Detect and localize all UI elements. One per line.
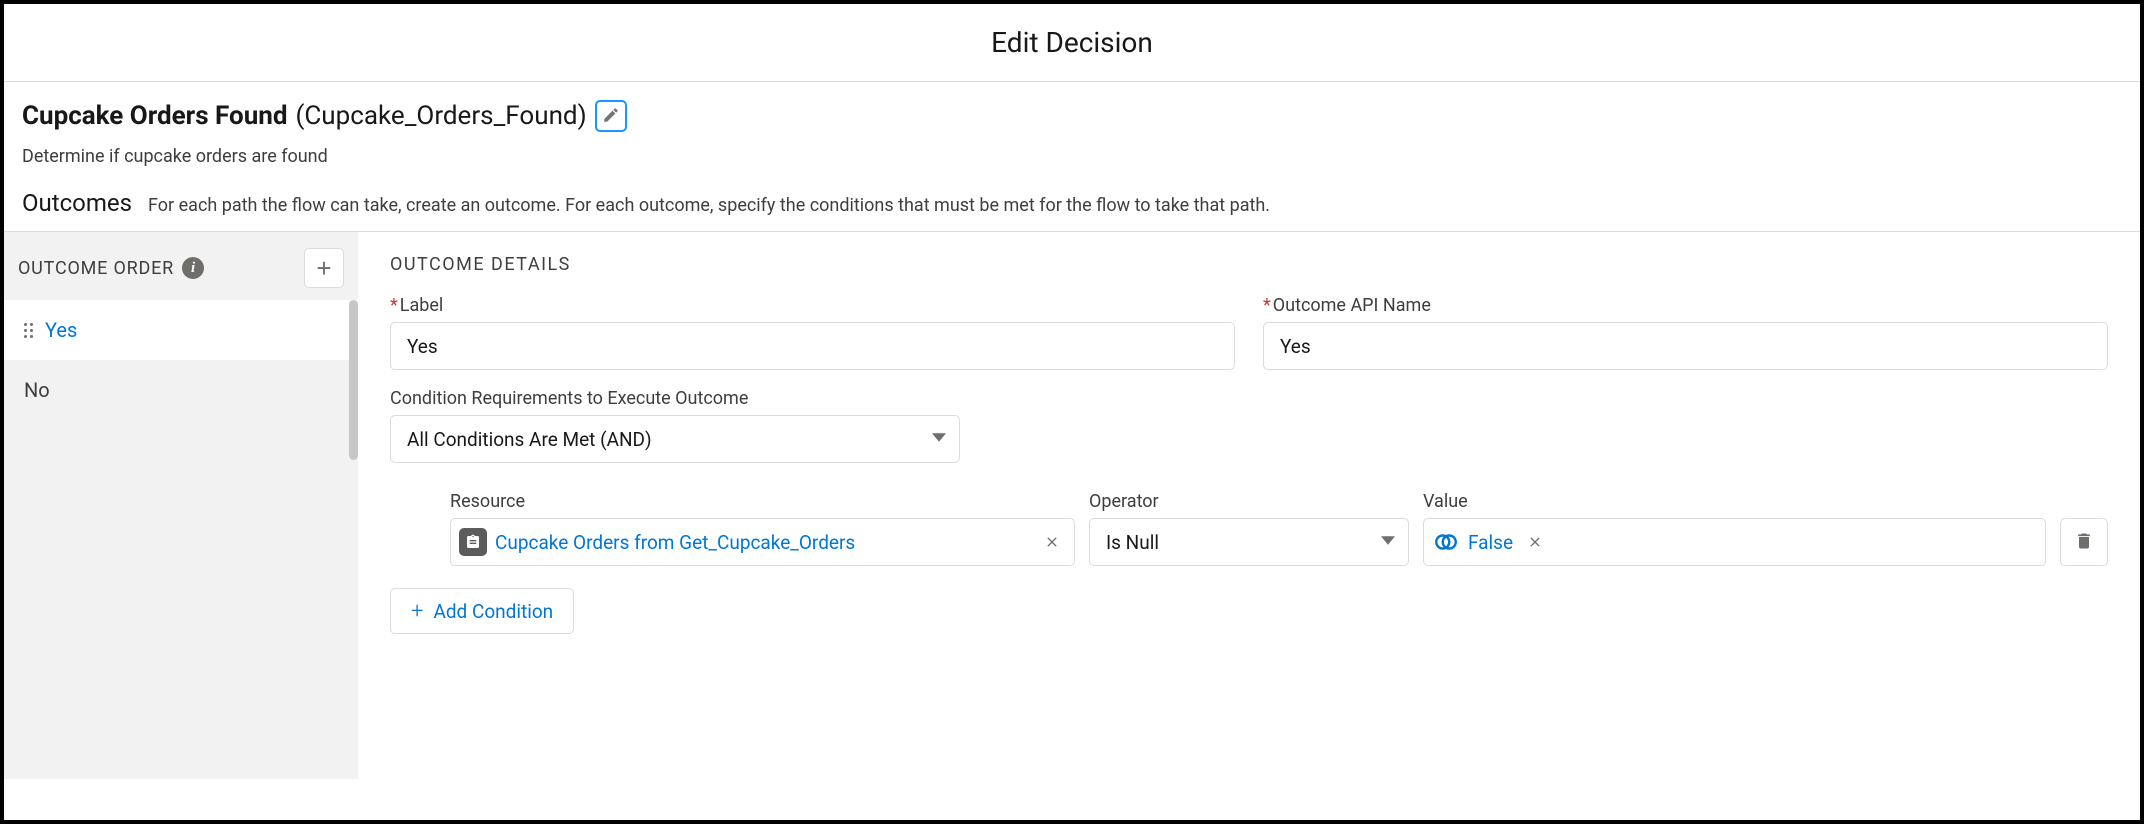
modal-title: Edit Decision (4, 26, 2140, 59)
decision-info-section: Cupcake Orders Found (Cupcake_Orders_Fou… (4, 82, 2140, 167)
outcome-details-panel: OUTCOME DETAILS *Label *Outcome API Name… (358, 232, 2140, 779)
scrollbar[interactable] (349, 300, 358, 460)
api-name-field-label: *Outcome API Name (1263, 295, 2108, 316)
value-column: Value False (1423, 491, 2046, 566)
outcome-list: Yes No (4, 300, 358, 420)
clipboard-icon (459, 528, 487, 556)
condition-req-value: All Conditions Are Met (AND) (407, 428, 652, 451)
outcome-item-yes[interactable]: Yes (4, 300, 358, 360)
outcome-details-header: OUTCOME DETAILS (390, 254, 2108, 275)
decision-label: Cupcake Orders Found (22, 101, 287, 131)
drag-handle-icon[interactable] (24, 323, 33, 338)
value-label: Value (1423, 491, 2046, 512)
add-outcome-button[interactable]: + (304, 248, 344, 288)
outcome-item-label: No (24, 378, 50, 402)
label-input[interactable] (390, 322, 1235, 370)
trash-icon (2074, 531, 2094, 554)
condition-req-label: Condition Requirements to Execute Outcom… (390, 388, 2108, 409)
operator-value: Is Null (1106, 531, 1159, 554)
outcomes-subtitle: For each path the flow can take, create … (148, 195, 1270, 216)
outcome-item-label: Yes (45, 318, 77, 342)
edit-decision-button[interactable] (595, 100, 627, 132)
outcomes-title: Outcomes (22, 189, 132, 217)
info-icon[interactable]: i (182, 257, 204, 279)
pencil-icon (602, 106, 620, 127)
toggle-icon (1432, 528, 1460, 556)
condition-req-select[interactable]: All Conditions Are Met (AND) (390, 415, 960, 463)
clear-resource-button[interactable] (1038, 534, 1066, 550)
outcome-item-no[interactable]: No (4, 360, 358, 420)
operator-label: Operator (1089, 491, 1409, 512)
decision-description: Determine if cupcake orders are found (22, 146, 2122, 167)
outcomes-body: OUTCOME ORDER i + Yes No OUTCOME DETAILS (4, 231, 2140, 779)
condition-req-group: Condition Requirements to Execute Outcom… (390, 388, 2108, 463)
decision-api-name: (Cupcake_Orders_Found) (295, 101, 586, 131)
label-field-group: *Label (390, 295, 1235, 370)
outcomes-header: Outcomes For each path the flow can take… (4, 167, 2140, 231)
api-name-field-group: *Outcome API Name (1263, 295, 2108, 370)
operator-column: Operator Is Null (1089, 491, 1409, 566)
outcome-order-sidebar: OUTCOME ORDER i + Yes No (4, 232, 358, 779)
decision-title-row: Cupcake Orders Found (Cupcake_Orders_Fou… (22, 100, 2122, 132)
add-condition-label: Add Condition (433, 600, 553, 623)
operator-select[interactable]: Is Null (1089, 518, 1409, 566)
clear-value-button[interactable] (1521, 534, 1549, 550)
label-field-label: *Label (390, 295, 1235, 316)
value-value: False (1468, 531, 1513, 554)
resource-label: Resource (450, 491, 1075, 512)
api-name-input[interactable] (1263, 322, 2108, 370)
modal-header: Edit Decision (4, 4, 2140, 82)
resource-value: Cupcake Orders from Get_Cupcake_Orders (495, 531, 1030, 554)
delete-condition-button[interactable] (2060, 518, 2108, 566)
resource-column: Resource Cupcake Orders from Get_Cupcake… (450, 491, 1075, 566)
condition-row: Resource Cupcake Orders from Get_Cupcake… (450, 491, 2108, 566)
add-condition-button[interactable]: + Add Condition (390, 588, 574, 634)
value-input[interactable]: False (1423, 518, 2046, 566)
resource-input[interactable]: Cupcake Orders from Get_Cupcake_Orders (450, 518, 1075, 566)
plus-icon: + (411, 599, 423, 624)
sidebar-header-label: OUTCOME ORDER (18, 258, 174, 279)
sidebar-header: OUTCOME ORDER i + (4, 232, 358, 300)
